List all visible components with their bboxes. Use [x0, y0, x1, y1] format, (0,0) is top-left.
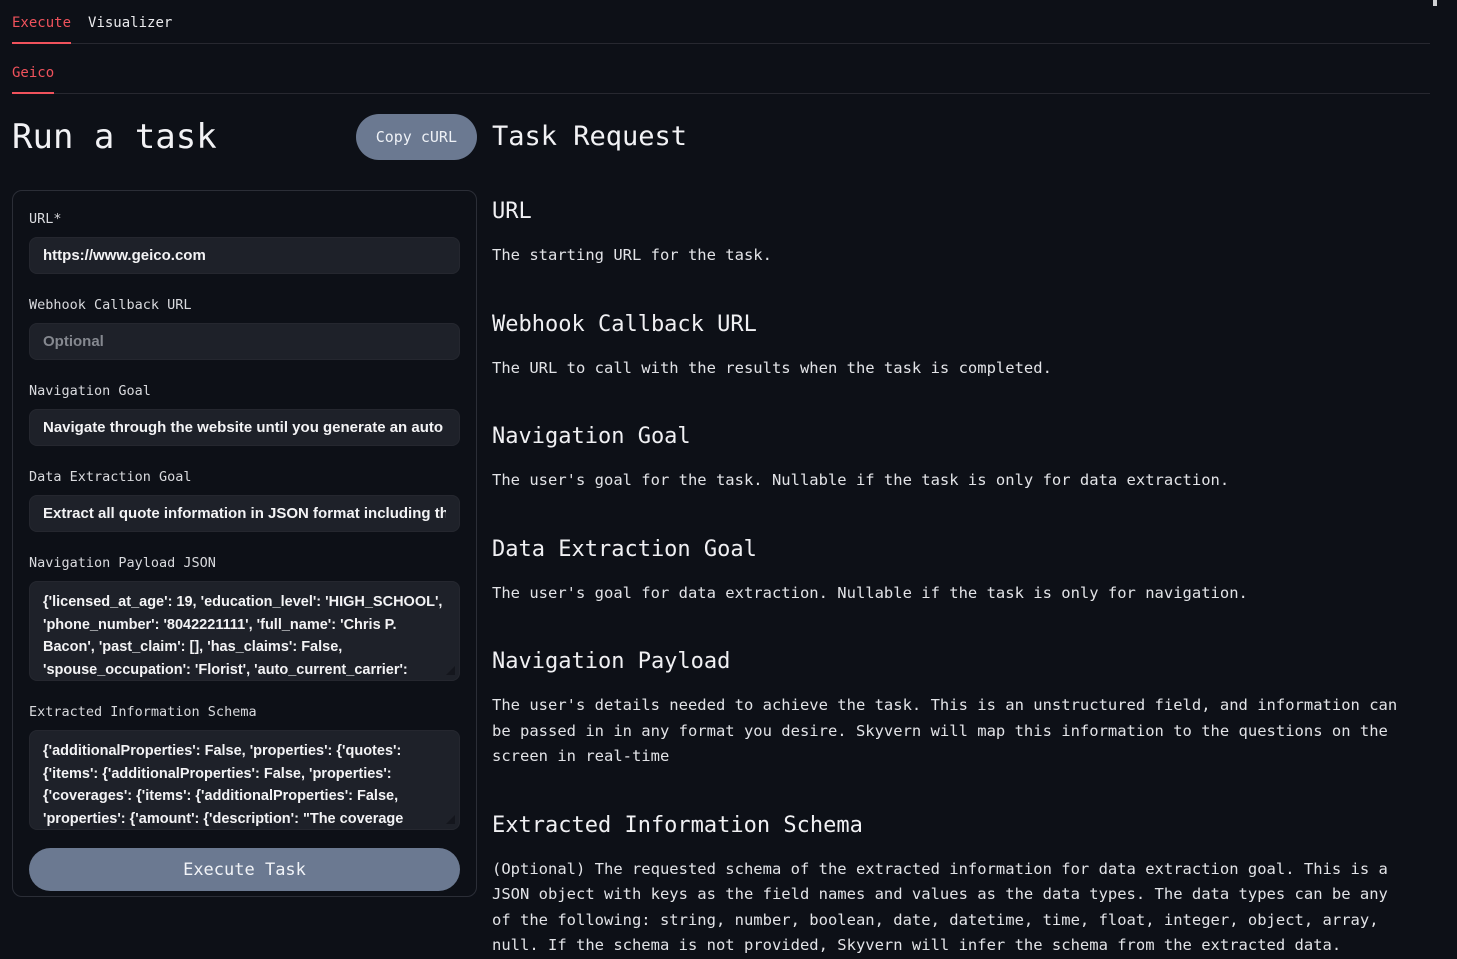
doc-section-navigation-payload: Navigation Payload The user's details ne… — [492, 647, 1412, 770]
doc-section-body: The user's details needed to achieve the… — [492, 693, 1412, 770]
navigation-goal-label: Navigation Goal — [29, 383, 460, 400]
webhook-input[interactable] — [29, 323, 460, 360]
resize-handle-icon[interactable] — [446, 815, 455, 824]
doc-section-data-extraction-goal: Data Extraction Goal The user's goal for… — [492, 535, 1412, 607]
doc-section-body: The user's goal for data extraction. Nul… — [492, 581, 1412, 607]
doc-section-title: Data Extraction Goal — [492, 535, 1412, 565]
tab-visualizer[interactable]: Visualizer — [88, 15, 172, 43]
doc-section-title: Extracted Information Schema — [492, 811, 1412, 841]
task-request-docs-panel: Task Request URL The starting URL for th… — [477, 94, 1457, 959]
webhook-field-group: Webhook Callback URL — [29, 297, 460, 360]
extracted-schema-wrap: {'additionalProperties': False, 'propert… — [29, 730, 460, 830]
extracted-schema-textarea[interactable]: {'additionalProperties': False, 'propert… — [29, 730, 460, 830]
doc-section-url: URL The starting URL for the task. — [492, 197, 1412, 269]
execute-task-button[interactable]: Execute Task — [29, 848, 460, 891]
doc-section-title: Navigation Goal — [492, 422, 1412, 452]
tab-geico[interactable]: Geico — [12, 65, 54, 93]
extracted-schema-field-group: Extracted Information Schema {'additiona… — [29, 704, 460, 830]
data-extraction-goal-field-group: Data Extraction Goal — [29, 469, 460, 532]
docs-inner: Task Request URL The starting URL for th… — [492, 118, 1412, 959]
run-task-panel: Run a task Copy cURL URL* Webhook Callba… — [12, 94, 477, 959]
doc-section-title: Navigation Payload — [492, 647, 1412, 677]
doc-section-extracted-schema: Extracted Information Schema (Optional) … — [492, 811, 1412, 959]
main-content: Run a task Copy cURL URL* Webhook Callba… — [0, 94, 1457, 959]
webhook-label: Webhook Callback URL — [29, 297, 460, 314]
doc-section-title: Webhook Callback URL — [492, 310, 1412, 340]
doc-section-body: (Optional) The requested schema of the e… — [492, 857, 1412, 959]
navigation-payload-field-group: Navigation Payload JSON {'licensed_at_ag… — [29, 555, 460, 681]
task-tab-bar: Geico — [12, 44, 1430, 94]
docs-title: Task Request — [492, 118, 1412, 156]
doc-section-body: The URL to call with the results when th… — [492, 356, 1412, 382]
navigation-payload-label: Navigation Payload JSON — [29, 555, 460, 572]
navigation-payload-textarea[interactable]: {'licensed_at_age': 19, 'education_level… — [29, 581, 460, 681]
navigation-goal-input[interactable] — [29, 409, 460, 446]
resize-handle-icon[interactable] — [446, 666, 455, 675]
scrollbar-thumb[interactable] — [1433, 0, 1437, 6]
data-extraction-goal-label: Data Extraction Goal — [29, 469, 460, 486]
page-title: Run a task — [12, 114, 217, 160]
navigation-goal-field-group: Navigation Goal — [29, 383, 460, 446]
task-form-card: URL* Webhook Callback URL Navigation Goa… — [12, 190, 477, 897]
doc-section-navigation-goal: Navigation Goal The user's goal for the … — [492, 422, 1412, 494]
doc-section-webhook: Webhook Callback URL The URL to call wit… — [492, 310, 1412, 382]
url-label: URL* — [29, 211, 460, 228]
navigation-payload-wrap: {'licensed_at_age': 19, 'education_level… — [29, 581, 460, 681]
doc-section-title: URL — [492, 197, 1412, 227]
url-field-group: URL* — [29, 211, 460, 274]
extracted-schema-label: Extracted Information Schema — [29, 704, 460, 721]
url-input[interactable] — [29, 237, 460, 274]
top-tab-bar: Execute Visualizer — [12, 0, 1430, 44]
data-extraction-goal-input[interactable] — [29, 495, 460, 532]
doc-section-body: The starting URL for the task. — [492, 243, 1412, 269]
doc-section-body: The user's goal for the task. Nullable i… — [492, 468, 1412, 494]
tab-execute[interactable]: Execute — [12, 15, 71, 43]
copy-curl-button[interactable]: Copy cURL — [356, 114, 477, 160]
run-task-header: Run a task Copy cURL — [12, 114, 477, 160]
